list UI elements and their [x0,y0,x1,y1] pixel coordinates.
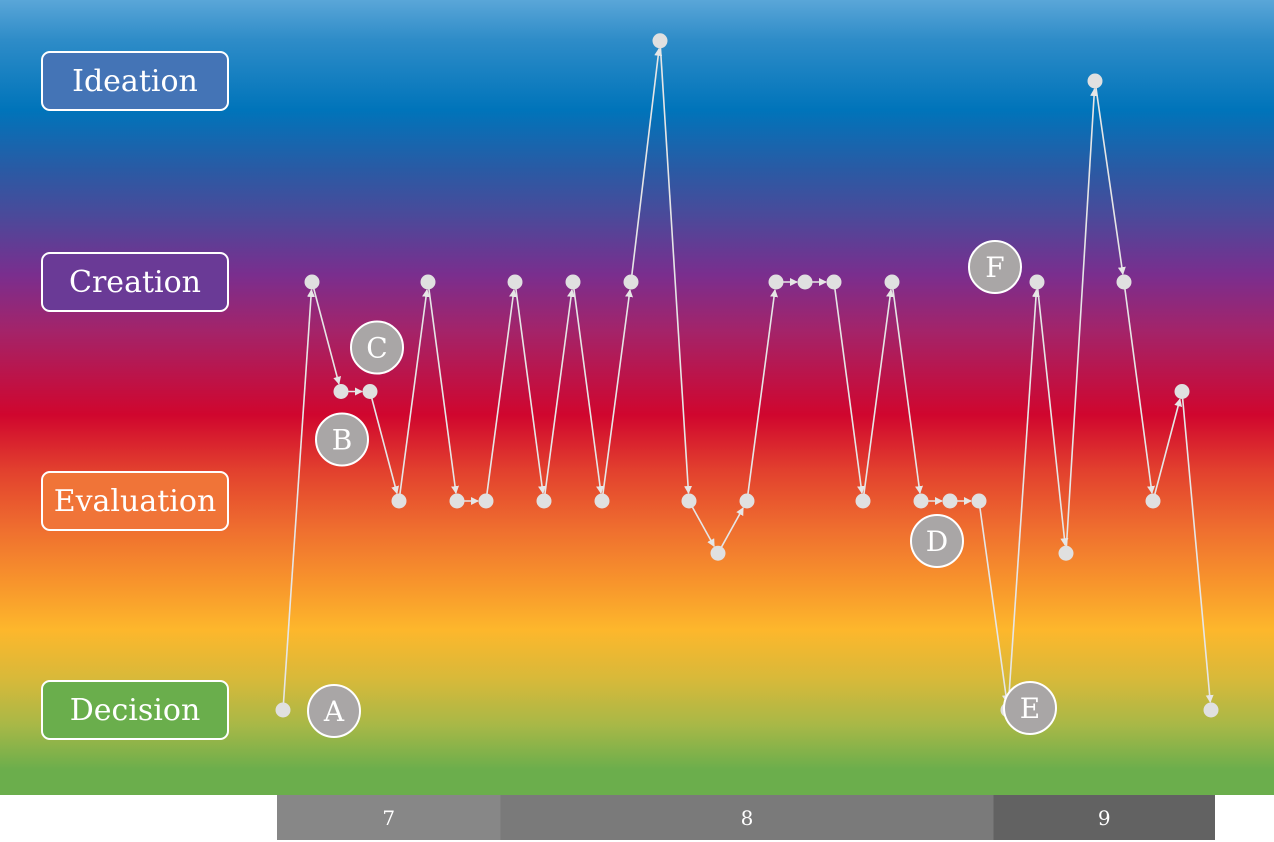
annotation-label: F [985,251,1004,284]
annotation-label: B [332,424,353,457]
level-label-text: Evaluation [54,484,217,519]
level-label-text: Decision [70,693,201,728]
step-point [768,274,784,290]
annotation-f: F [968,240,1022,294]
session-label: 7 [382,806,395,830]
step-point [942,493,958,509]
step-point [478,493,494,509]
transition-arrow [862,288,894,497]
transition-arrow [282,288,315,706]
transition-arrow [690,504,715,548]
step-point [826,274,842,290]
transition-arrow [630,47,663,278]
step-point [333,384,349,399]
step-point [1145,493,1161,509]
annotation-b: B [315,412,369,467]
step-point [1203,702,1219,718]
transition-arrow [719,507,744,550]
transition-arrow [572,286,604,495]
session-label: 9 [1098,806,1111,830]
annotation-label: C [366,332,387,365]
transition-arrow [427,286,459,495]
step-point [507,274,523,290]
step-point [739,493,755,509]
transition-arrow [398,288,430,497]
process-diagram: Ideation Creation Evaluation Decision A B C D E… [41,33,1219,840]
level-label-creation: Creation [41,252,229,312]
annotation-label: D [926,525,948,558]
annotation-d: D [910,514,964,568]
step-point [1174,384,1190,399]
step-point [275,702,291,718]
step-point [681,493,697,509]
step-point [913,493,929,509]
step-point [362,384,378,399]
transition-arrow [370,395,400,495]
transition-arrow [1153,398,1183,497]
step-point [971,493,987,509]
step-point [536,493,552,509]
annotation-label: A [323,695,345,728]
step-point [304,274,320,290]
step-point [1058,545,1074,561]
annotation-a: A [307,684,361,738]
step-point [884,274,900,290]
transition-arrow [1065,87,1099,549]
transition-arrow [312,286,342,385]
step-point [565,274,581,290]
transition-arrow [1036,286,1069,547]
transition-arrow [1094,85,1126,276]
transition-arrow [1007,288,1040,706]
step-point [420,274,436,290]
step-point [797,274,813,290]
step-point [391,493,407,509]
step-point [1087,73,1103,89]
step-point [1029,274,1045,290]
annotation-c: C [350,320,404,375]
session-segment-7: 7 [277,795,501,840]
transition-arrow [891,286,923,495]
step-point [855,493,871,509]
step-point [1116,274,1132,290]
level-label-evaluation: Evaluation [41,471,229,531]
session-segment-9: 9 [993,795,1215,840]
level-label-text: Creation [69,265,201,300]
transition-arrow [1181,396,1214,704]
level-label-text: Ideation [72,64,198,99]
level-label-ideation: Ideation [41,51,229,111]
step-point [449,493,465,509]
step-point [623,274,639,290]
transition-arrow [514,286,546,495]
step-point [594,493,610,509]
step-point [710,545,726,561]
step-point [652,33,668,49]
transition-arrow [601,288,633,497]
level-label-decision: Decision [41,680,229,740]
transition-arrow [659,45,693,495]
annotation-label: E [1020,692,1040,725]
transition-arrow [833,286,865,495]
transition-arrow [1123,286,1155,495]
annotation-e: E [1003,681,1057,735]
session-segment-8: 8 [500,795,994,840]
transition-arrow [543,288,575,497]
transition-arrow [746,288,778,497]
transition-arrow [978,505,1010,704]
session-label: 8 [741,806,754,830]
transition-arrow [485,288,517,497]
